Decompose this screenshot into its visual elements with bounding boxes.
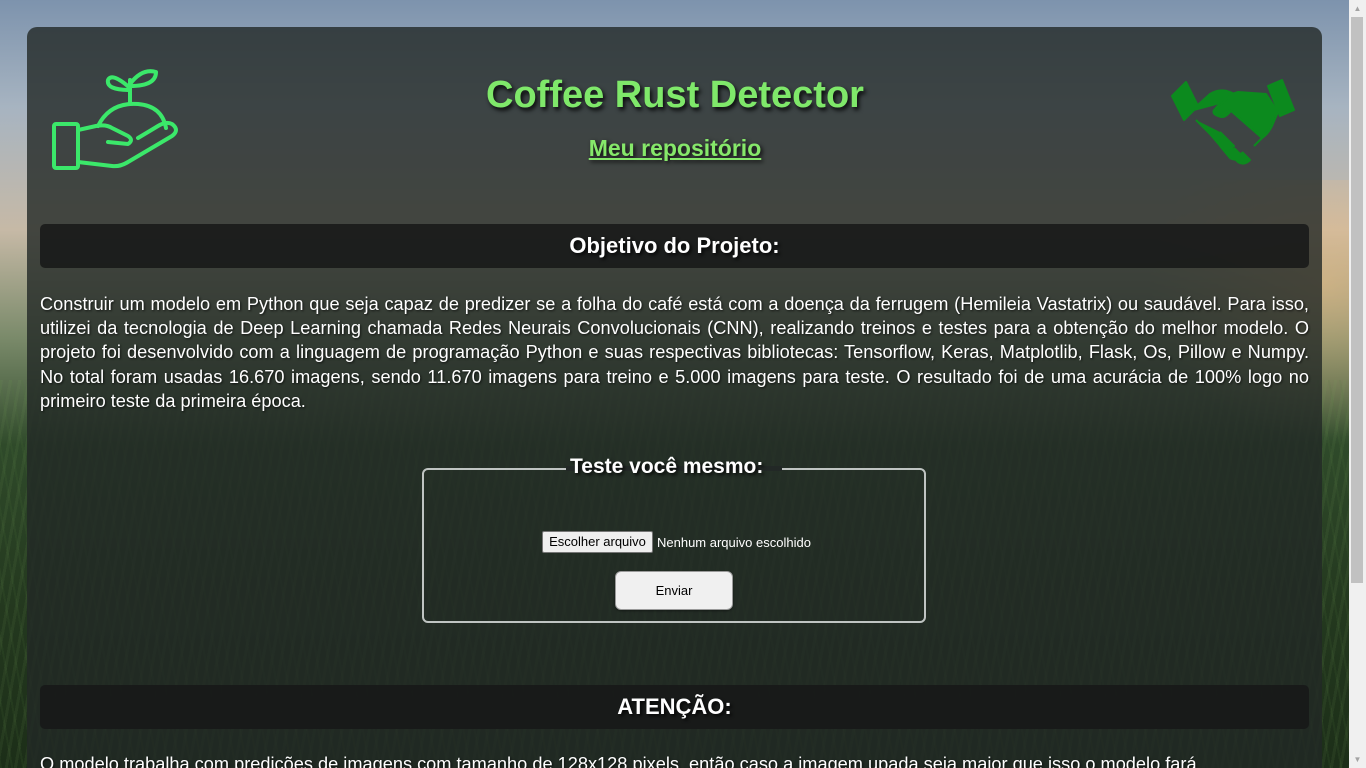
attention-text: O modelo trabalha com predições de image…	[40, 754, 1197, 768]
scrollbar-thumb[interactable]	[1351, 17, 1363, 583]
repository-link[interactable]: Meu repositório	[0, 135, 1350, 162]
page-title: Coffee Rust Detector	[486, 74, 864, 116]
objective-heading: Objetivo do Projeto:	[40, 224, 1309, 268]
upload-legend: Teste você mesmo:	[570, 455, 764, 478]
choose-file-button[interactable]: Escolher arquivo	[542, 531, 653, 553]
attention-heading: ATENÇÃO:	[40, 685, 1309, 729]
objective-text: Construir um modelo em Python que seja c…	[40, 294, 1309, 411]
page-scrollbar[interactable]: ▲ ▼	[1349, 0, 1366, 768]
submit-button[interactable]: Enviar	[615, 571, 733, 610]
scroll-up-arrow-icon[interactable]: ▲	[1349, 0, 1366, 17]
scroll-down-arrow-icon[interactable]: ▼	[1349, 751, 1366, 768]
file-status-text: Nenhum arquivo escolhido	[657, 535, 811, 550]
